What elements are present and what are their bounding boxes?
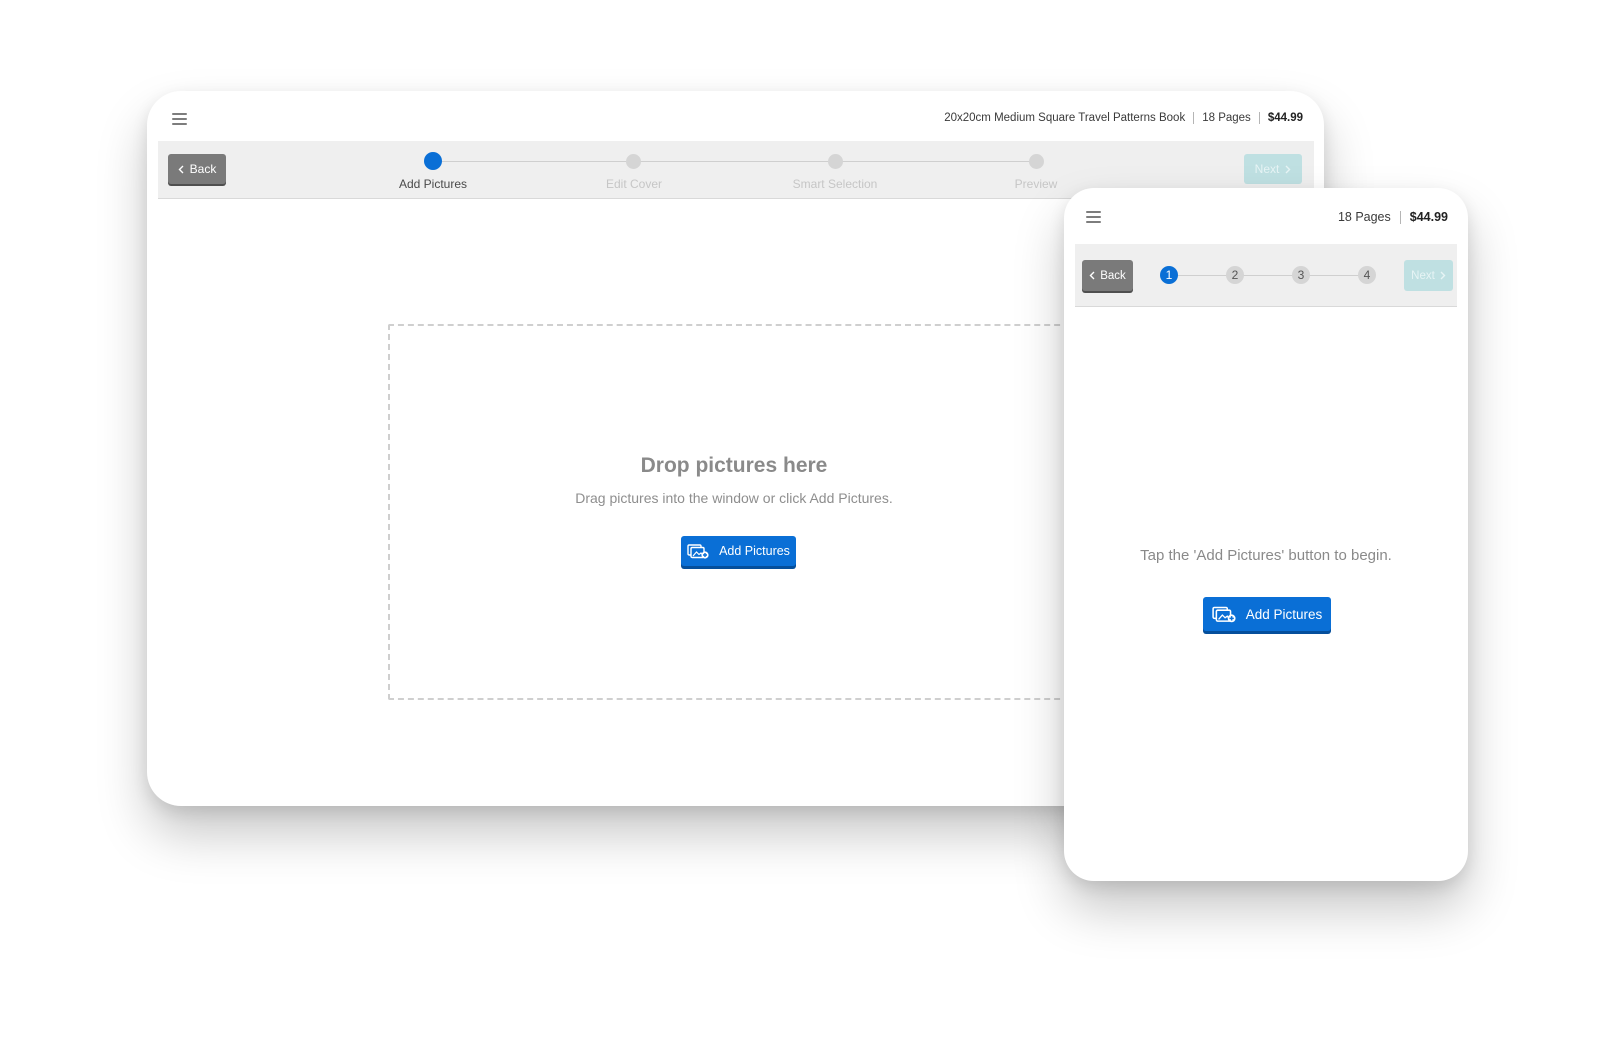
chevron-left-icon — [178, 165, 184, 173]
add-pictures-label: Add Pictures — [1245, 606, 1323, 622]
add-photos-icon — [1212, 606, 1236, 623]
tap-instruction: Tap the 'Add Pictures' button to begin. — [1140, 547, 1392, 564]
back-button[interactable]: Back — [168, 154, 226, 184]
add-photos-icon — [687, 544, 709, 559]
drop-title: Drop pictures here — [640, 454, 828, 477]
hamburger-menu-icon[interactable] — [1086, 211, 1101, 223]
price: $44.99 — [1267, 112, 1303, 124]
chevron-left-icon — [1089, 271, 1095, 280]
step-label-smart-selection[interactable]: Smart Selection — [775, 177, 895, 191]
next-button[interactable]: Next — [1244, 154, 1302, 184]
product-summary: 18 Pages $44.99 — [1338, 209, 1448, 225]
step-dot-add-pictures[interactable] — [424, 152, 442, 170]
next-label: Next — [1254, 162, 1280, 176]
step-dot-edit-cover[interactable] — [626, 154, 641, 169]
divider — [1399, 210, 1401, 224]
next-button[interactable]: Next — [1404, 260, 1453, 291]
back-label: Back — [189, 162, 217, 176]
step-label-preview[interactable]: Preview — [976, 177, 1096, 191]
step-dot-smart-selection[interactable] — [828, 154, 843, 169]
add-pictures-button[interactable]: Add Pictures — [1203, 597, 1331, 631]
add-pictures-button[interactable]: Add Pictures — [681, 536, 796, 566]
step-number-3[interactable]: 3 — [1292, 266, 1310, 284]
price: $44.99 — [1409, 210, 1448, 224]
mobile-window: 18 Pages $44.99 Back 1 2 3 4 Next Tap th… — [1064, 188, 1468, 881]
back-label: Back — [1100, 269, 1126, 282]
progress-line — [433, 161, 1036, 162]
hamburger-menu-icon[interactable] — [172, 113, 187, 125]
drop-zone[interactable]: Drop pictures here Drag pictures into th… — [388, 324, 1080, 700]
add-pictures-label: Add Pictures — [719, 544, 790, 558]
divider — [1258, 112, 1260, 124]
step-label-add-pictures[interactable]: Add Pictures — [373, 177, 493, 191]
next-label: Next — [1411, 269, 1435, 282]
chevron-right-icon — [1285, 165, 1291, 173]
step-toolbar: Back 1 2 3 4 Next — [1075, 244, 1457, 307]
page-count: 18 Pages — [1337, 210, 1391, 224]
product-title: 20x20cm Medium Square Travel Patterns Bo… — [944, 112, 1186, 124]
product-summary: 20x20cm Medium Square Travel Patterns Bo… — [944, 110, 1303, 126]
divider — [1193, 112, 1195, 124]
step-number-1[interactable]: 1 — [1160, 266, 1178, 284]
step-number-4[interactable]: 4 — [1358, 266, 1376, 284]
step-label-edit-cover[interactable]: Edit Cover — [574, 177, 694, 191]
progress-line — [1169, 275, 1367, 276]
drop-subtitle: Drag pictures into the window or click A… — [575, 490, 893, 506]
chevron-right-icon — [1440, 271, 1446, 280]
page-count: 18 Pages — [1202, 112, 1251, 124]
step-dot-preview[interactable] — [1029, 154, 1044, 169]
step-number-2[interactable]: 2 — [1226, 266, 1244, 284]
back-button[interactable]: Back — [1082, 260, 1133, 291]
